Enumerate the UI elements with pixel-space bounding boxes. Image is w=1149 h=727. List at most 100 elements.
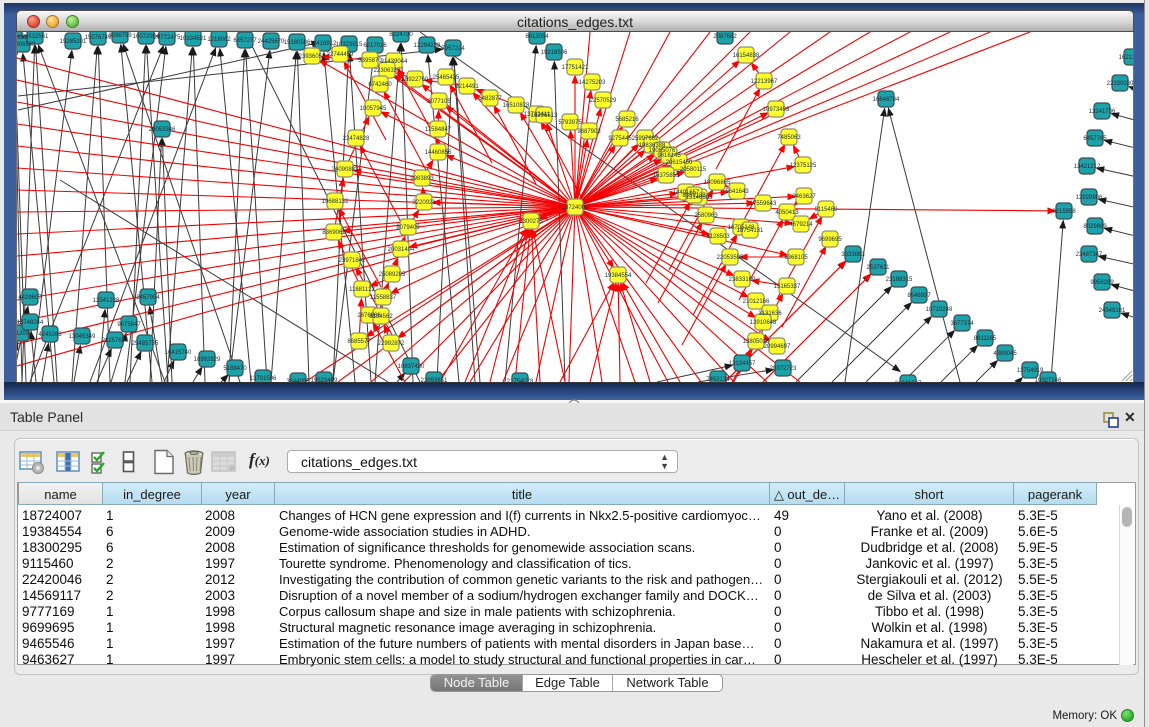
svg-text:23833160: 23833160 xyxy=(729,277,756,283)
svg-text:22744459: 22744459 xyxy=(327,52,354,58)
svg-text:2457954: 2457954 xyxy=(136,295,160,301)
svg-text:9699695: 9699695 xyxy=(818,237,842,243)
svg-text:13045349: 13045349 xyxy=(69,334,96,340)
svg-text:14460856: 14460856 xyxy=(425,150,452,156)
svg-text:12294238: 12294238 xyxy=(414,43,441,49)
svg-text:19688132: 19688132 xyxy=(322,199,349,205)
svg-text:19384554: 19384554 xyxy=(605,273,632,279)
svg-text:16213925: 16213925 xyxy=(1119,55,1134,61)
svg-text:2580963: 2580963 xyxy=(694,213,718,219)
svg-text:21012166: 21012166 xyxy=(743,299,770,305)
svg-text:8029889: 8029889 xyxy=(1083,224,1107,230)
svg-text:11584847: 11584847 xyxy=(425,127,452,133)
svg-text:13754919: 13754919 xyxy=(1017,368,1044,374)
svg-text:18922760: 18922760 xyxy=(402,77,429,83)
svg-text:12541238: 12541238 xyxy=(93,298,120,304)
svg-text:5685216: 5685216 xyxy=(615,117,639,123)
svg-text:21754078: 21754078 xyxy=(507,379,534,382)
svg-text:23971842: 23971842 xyxy=(339,258,366,264)
svg-text:10323815: 10323815 xyxy=(336,42,363,48)
svg-text:9115460: 9115460 xyxy=(815,207,839,213)
svg-text:15165337: 15165337 xyxy=(774,284,801,290)
svg-text:3220921: 3220921 xyxy=(412,200,436,206)
svg-text:3677374: 3677374 xyxy=(950,321,974,327)
svg-text:23487347: 23487347 xyxy=(1076,252,1103,258)
svg-text:8685577: 8685577 xyxy=(347,339,371,345)
svg-text:10837430: 10837430 xyxy=(398,364,425,370)
svg-text:5641643: 5641643 xyxy=(725,189,749,195)
svg-text:20580115: 20580115 xyxy=(680,167,707,173)
svg-text:15180586: 15180586 xyxy=(284,40,311,46)
svg-text:6482877: 6482877 xyxy=(478,96,502,102)
svg-text:13241736: 13241736 xyxy=(1089,109,1116,115)
svg-text:3395870: 3395870 xyxy=(358,58,382,64)
svg-text:13910648: 13910648 xyxy=(750,320,777,326)
svg-text:9887903: 9887903 xyxy=(577,129,601,135)
svg-text:5793975: 5793975 xyxy=(558,120,582,126)
svg-text:13748244: 13748244 xyxy=(17,320,44,326)
svg-text:10973493: 10973493 xyxy=(763,107,790,113)
svg-text:18992829: 18992829 xyxy=(194,357,221,363)
svg-text:2077105: 2077105 xyxy=(427,99,451,105)
svg-text:18754131: 18754131 xyxy=(737,228,764,234)
svg-text:21439044: 21439044 xyxy=(381,59,408,65)
svg-text:20615450: 20615450 xyxy=(666,160,693,166)
svg-text:24532561: 24532561 xyxy=(22,34,49,40)
svg-text:25997682: 25997682 xyxy=(632,136,659,142)
svg-text:2087682: 2087682 xyxy=(713,34,737,40)
svg-text:16154838: 16154838 xyxy=(733,53,760,59)
svg-text:8813054: 8813054 xyxy=(525,34,549,40)
svg-text:20772475: 20772475 xyxy=(154,35,181,41)
svg-text:3131636: 3131636 xyxy=(758,311,782,317)
svg-text:25089205: 25089205 xyxy=(379,272,406,278)
svg-text:10334531: 10334531 xyxy=(180,36,207,42)
svg-text:8079409: 8079409 xyxy=(396,225,420,231)
svg-text:25465435: 25465435 xyxy=(433,75,460,81)
svg-text:10710248: 10710248 xyxy=(926,307,953,313)
svg-text:10327246: 10327246 xyxy=(1035,378,1062,382)
svg-text:25485735: 25485735 xyxy=(132,341,159,347)
svg-text:6742460: 6742460 xyxy=(368,82,392,88)
svg-text:8811165: 8811165 xyxy=(974,336,997,342)
svg-text:13701506: 13701506 xyxy=(250,376,277,382)
svg-text:18724007: 18724007 xyxy=(562,205,589,211)
svg-text:24549181: 24549181 xyxy=(1099,308,1126,314)
svg-text:24641507: 24641507 xyxy=(895,381,922,382)
svg-text:6217026: 6217026 xyxy=(363,43,387,49)
svg-text:19523409: 19523409 xyxy=(311,378,338,382)
svg-text:9816145: 9816145 xyxy=(657,153,681,159)
svg-text:10057945: 10057945 xyxy=(360,106,387,112)
svg-text:16510878: 16510878 xyxy=(503,103,530,109)
svg-text:7957224: 7957224 xyxy=(441,46,465,52)
svg-text:16396513: 16396513 xyxy=(531,113,558,119)
svg-text:20372723: 20372723 xyxy=(770,366,797,372)
svg-text:5188470: 5188470 xyxy=(223,366,247,372)
svg-text:7452134: 7452134 xyxy=(706,377,730,382)
svg-text:12213967: 12213967 xyxy=(751,79,778,85)
svg-text:22474828: 22474828 xyxy=(343,136,370,142)
svg-text:11558837: 11558837 xyxy=(370,295,397,301)
svg-text:19218506: 19218506 xyxy=(541,50,568,56)
svg-text:15375853: 15375853 xyxy=(653,173,680,179)
svg-text:11881122: 11881122 xyxy=(349,287,375,293)
svg-text:8134562: 8134562 xyxy=(369,314,393,320)
svg-text:9275445: 9275445 xyxy=(608,136,632,142)
svg-text:12920906: 12920906 xyxy=(1076,195,1103,201)
svg-text:9958289: 9958289 xyxy=(1090,280,1114,286)
svg-text:8359183: 8359183 xyxy=(682,193,706,199)
svg-text:9463627: 9463627 xyxy=(792,194,816,200)
svg-text:9875847: 9875847 xyxy=(117,322,141,328)
svg-text:2537611: 2537611 xyxy=(867,265,891,271)
svg-text:4050413: 4050413 xyxy=(775,210,799,216)
svg-text:6357277: 6357277 xyxy=(233,38,257,44)
svg-text:8215958: 8215958 xyxy=(1052,209,1076,215)
svg-text:4429607: 4429607 xyxy=(18,295,42,301)
svg-text:4389045: 4389045 xyxy=(993,351,1017,357)
svg-text:22806503: 22806503 xyxy=(17,42,36,48)
svg-text:6457765: 6457765 xyxy=(1083,136,1107,142)
svg-text:6368105: 6368105 xyxy=(784,255,808,261)
svg-text:6128503: 6128503 xyxy=(706,234,730,240)
svg-text:26053346: 26053346 xyxy=(149,127,176,133)
svg-text:22330030: 22330030 xyxy=(1107,81,1134,87)
svg-text:9214491: 9214491 xyxy=(455,84,479,90)
